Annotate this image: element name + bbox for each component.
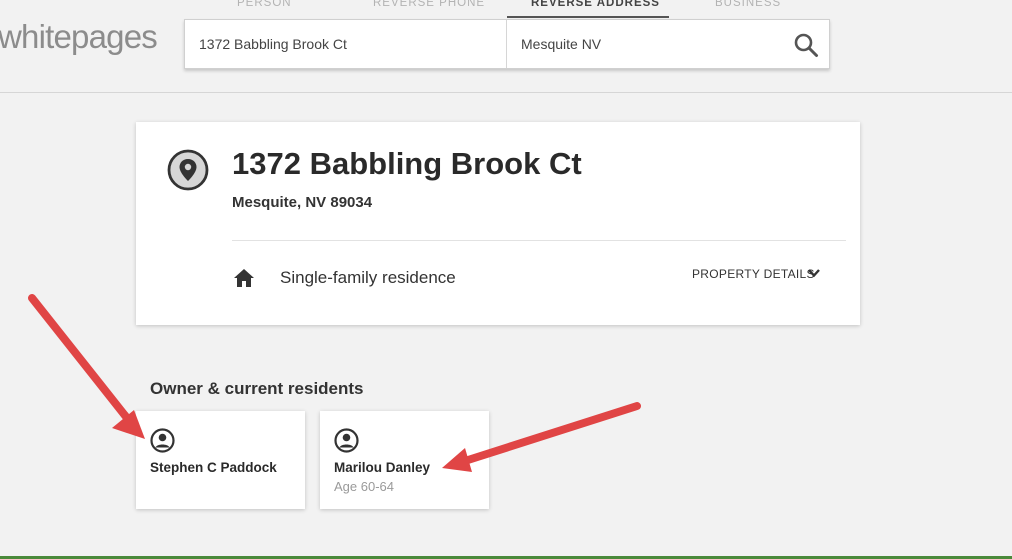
- resident-name[interactable]: Marilou Danley: [334, 460, 430, 475]
- whitepages-logo[interactable]: whitepages: [0, 18, 158, 56]
- resident-name[interactable]: Stephen C Paddock: [150, 460, 277, 475]
- search-divider: [506, 20, 507, 68]
- person-avatar-icon: [334, 428, 359, 453]
- resident-card[interactable]: Stephen C Paddock: [136, 411, 305, 509]
- property-city-state-zip: Mesquite, NV 89034: [232, 194, 373, 211]
- search-icon[interactable]: [793, 32, 819, 58]
- chevron-down-icon[interactable]: [807, 266, 821, 280]
- annotation-arrow-left: [28, 294, 145, 439]
- property-title: 1372 Babbling Brook Ct: [232, 146, 582, 181]
- location-pin-icon: [167, 149, 209, 191]
- home-icon: [234, 269, 254, 287]
- property-details-toggle[interactable]: PROPERTY DETAILS: [692, 267, 815, 281]
- tab-person[interactable]: PERSON: [237, 0, 292, 9]
- resident-age: Age 60-64: [334, 479, 394, 494]
- card-divider: [232, 240, 846, 241]
- location-search-input[interactable]: Mesquite NV: [521, 20, 601, 68]
- residents-section-title: Owner & current residents: [150, 379, 364, 398]
- person-avatar-icon: [150, 428, 175, 453]
- active-tab-indicator: [507, 16, 669, 18]
- search-bar: 1372 Babbling Brook Ct Mesquite NV: [184, 19, 830, 69]
- property-card: 1372 Babbling Brook Ct Mesquite, NV 8903…: [136, 122, 860, 325]
- tab-reverse-phone[interactable]: REVERSE PHONE: [373, 0, 485, 9]
- property-type: Single-family residence: [280, 268, 456, 287]
- header: whitepages PERSON REVERSE PHONE REVERSE …: [0, 0, 1012, 93]
- address-search-input[interactable]: 1372 Babbling Brook Ct: [199, 20, 347, 68]
- tab-reverse-address[interactable]: REVERSE ADDRESS: [531, 0, 660, 9]
- resident-card[interactable]: Marilou Danley Age 60-64: [320, 411, 489, 509]
- tab-business[interactable]: BUSINESS: [715, 0, 781, 9]
